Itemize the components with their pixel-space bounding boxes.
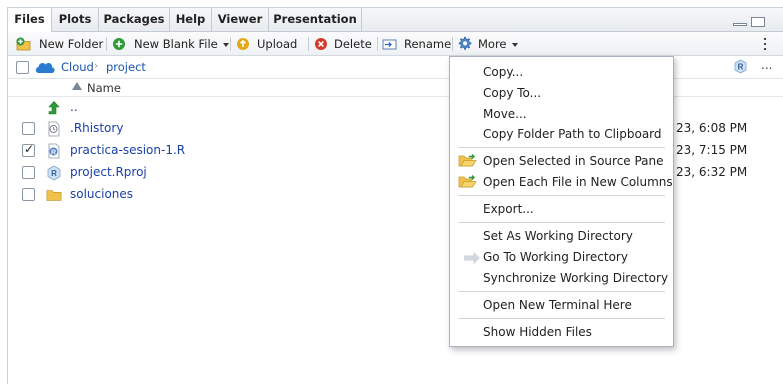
more-dropdown-menu: Copy... Copy To... Move... Copy Folder P… (449, 56, 674, 347)
chevron-down-icon (511, 42, 518, 47)
tab-packages[interactable]: Packages (99, 8, 170, 32)
menu-item-open-in-source-pane[interactable]: Open Selected in Source Pane (483, 152, 664, 170)
new-folder-button[interactable]: New Folder (16, 36, 104, 52)
menu-item-set-working-directory[interactable]: Set As Working Directory (483, 227, 633, 245)
rename-label: Rename (404, 37, 452, 51)
file-name-link[interactable]: .. (70, 100, 78, 114)
more-button[interactable]: More (457, 36, 525, 52)
files-toolbar: New Folder New Blank File Upload Delete (8, 32, 783, 56)
toolbar-divider (230, 37, 231, 51)
folder-icon (46, 190, 62, 201)
breadcrumb-separator-icon: › (94, 59, 99, 72)
maximize-pane-button[interactable] (751, 17, 765, 27)
open-folder-icon (458, 154, 477, 167)
delete-label: Delete (334, 37, 372, 51)
sort-ascending-icon (72, 82, 82, 90)
file-name-link[interactable]: soluciones (70, 187, 133, 201)
menu-item-copy[interactable]: Copy... (483, 63, 523, 81)
tab-bar: Files Plots Packages Help Viewer Present… (8, 8, 783, 33)
rproj-icon[interactable]: R (733, 59, 748, 74)
arrow-right-icon (464, 251, 480, 265)
tab-files[interactable]: Files (8, 8, 52, 33)
minimize-pane-button[interactable] (733, 23, 747, 26)
delete-button[interactable]: Delete (314, 36, 376, 52)
tab-presentation[interactable]: Presentation (269, 8, 362, 32)
menu-divider (458, 222, 665, 223)
file-name-link[interactable]: project.Rproj (70, 165, 147, 179)
gear-icon (458, 36, 472, 50)
path-more-button[interactable]: ... (761, 58, 772, 72)
new-blank-file-label: New Blank File (134, 37, 218, 51)
breadcrumb-cloud-link[interactable]: Cloud (61, 60, 94, 74)
tab-help[interactable]: Help (170, 8, 212, 32)
svg-text:R: R (51, 149, 56, 156)
upload-icon (237, 38, 249, 50)
rename-button[interactable]: Rename (382, 36, 452, 52)
menu-item-sync-working-directory[interactable]: Synchronize Working Directory (483, 269, 668, 287)
new-blank-file-button[interactable]: New Blank File (112, 36, 229, 52)
r-script-icon: R (48, 143, 60, 159)
svg-text:R: R (738, 63, 744, 72)
menu-item-open-in-new-columns[interactable]: Open Each File in New Columns (483, 173, 673, 191)
menu-item-show-hidden-files[interactable]: Show Hidden Files (483, 323, 592, 341)
menu-divider (458, 195, 665, 196)
menu-divider (458, 147, 665, 148)
more-label: More (478, 37, 507, 51)
cloud-icon (35, 62, 55, 73)
menu-item-move[interactable]: Move... (483, 105, 527, 123)
menu-item-open-terminal[interactable]: Open New Terminal Here (483, 296, 632, 314)
up-arrow-icon (48, 101, 60, 115)
add-file-icon (113, 38, 125, 50)
menu-item-go-to-working-directory[interactable]: Go To Working Directory (483, 248, 628, 266)
tab-viewer[interactable]: Viewer (212, 8, 269, 32)
new-folder-icon (16, 37, 31, 51)
upload-button[interactable]: Upload (236, 36, 302, 52)
file-name-link[interactable]: .Rhistory (70, 121, 123, 135)
tab-plots[interactable]: Plots (52, 8, 99, 32)
menu-item-copy-to[interactable]: Copy To... (483, 84, 541, 102)
chevron-down-icon (222, 42, 229, 47)
file-checkbox[interactable] (22, 188, 35, 201)
menu-divider (458, 318, 665, 319)
select-all-checkbox[interactable] (16, 61, 29, 74)
name-column-header[interactable]: Name (87, 81, 121, 95)
menu-item-export[interactable]: Export... (483, 200, 534, 218)
rename-icon (382, 39, 397, 50)
file-modified-date: 23, 7:15 PM (676, 143, 748, 157)
menu-item-copy-folder-path[interactable]: Copy Folder Path to Clipboard (483, 125, 662, 143)
file-modified-date: 23, 6:08 PM (676, 121, 748, 135)
pane-options-icon[interactable] (760, 38, 770, 50)
history-file-icon (48, 121, 60, 137)
file-name-link[interactable]: practica-sesion-1.R (70, 143, 185, 157)
menu-divider (458, 291, 665, 292)
toolbar-divider (106, 37, 107, 51)
new-folder-label: New Folder (39, 37, 104, 51)
open-folder-icon (458, 175, 477, 188)
breadcrumb-project-link[interactable]: project (106, 60, 146, 74)
file-checkbox[interactable] (22, 166, 35, 179)
upload-label: Upload (257, 37, 298, 51)
delete-icon (315, 38, 327, 50)
file-checkbox[interactable] (22, 142, 35, 157)
toolbar-divider (452, 37, 453, 51)
file-modified-date: 23, 6:32 PM (676, 165, 748, 179)
toolbar-divider (377, 37, 378, 51)
toolbar-divider (308, 37, 309, 51)
rproj-icon: R (47, 165, 61, 181)
svg-text:R: R (51, 169, 57, 178)
file-checkbox[interactable] (22, 122, 35, 135)
